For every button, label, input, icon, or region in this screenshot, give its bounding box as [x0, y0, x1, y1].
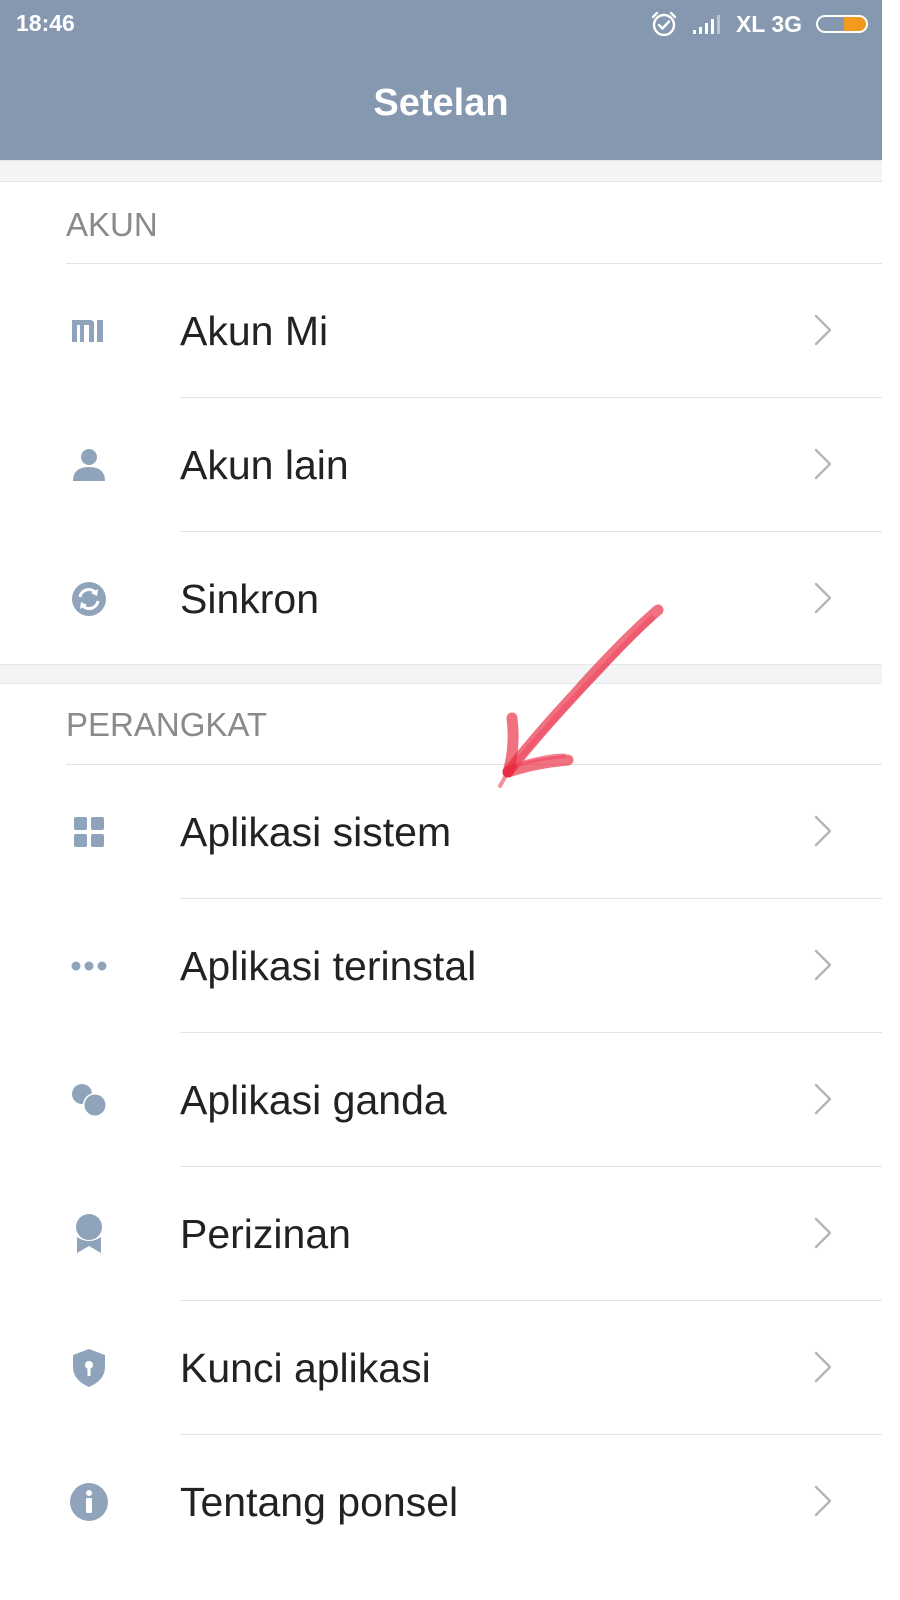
settings-item-perizinan[interactable]: Perizinan [0, 1167, 882, 1301]
status-icons: XL 3G [650, 8, 868, 40]
settings-item-sinkron[interactable]: Sinkron [0, 532, 882, 666]
chevron-right-icon [812, 948, 834, 987]
grid-icon [66, 810, 112, 854]
chevron-right-icon [812, 1082, 834, 1121]
settings-item-tentang-ponsel[interactable]: Tentang ponsel [0, 1435, 882, 1569]
battery-icon [816, 15, 868, 33]
settings-item-label: Sinkron [180, 576, 320, 622]
dual-apps-icon [66, 1078, 112, 1122]
red-arrow-annotation [480, 596, 680, 811]
section-title-perangkat: PERANGKAT [66, 706, 268, 743]
badge-icon [66, 1212, 112, 1256]
mi-logo-icon [66, 309, 112, 353]
header-bar: 18:46 XL 3G Setelan [0, 0, 882, 160]
info-icon [66, 1480, 112, 1524]
chevron-right-icon [812, 814, 834, 853]
settings-item-akun-mi[interactable]: Akun Mi [0, 264, 882, 398]
shield-lock-icon [66, 1346, 112, 1390]
chevron-right-icon [812, 1216, 834, 1255]
chevron-right-icon [812, 313, 834, 352]
settings-item-kunci-aplikasi[interactable]: Kunci aplikasi [0, 1301, 882, 1435]
chevron-right-icon [812, 447, 834, 486]
settings-item-label: Aplikasi ganda [180, 1077, 447, 1123]
settings-item-aplikasi-terinstal[interactable]: Aplikasi terinstal [0, 899, 882, 1033]
page-title: Setelan [373, 82, 509, 124]
battery-level-fill [844, 17, 866, 31]
section-gap [0, 664, 882, 684]
chevron-right-icon [812, 1484, 834, 1523]
settings-item-label: Akun Mi [180, 308, 329, 354]
settings-item-aplikasi-ganda[interactable]: Aplikasi ganda [0, 1033, 882, 1167]
settings-item-akun-lain[interactable]: Akun lain [0, 398, 882, 532]
section-gap [0, 160, 882, 182]
settings-item-label: Perizinan [180, 1211, 351, 1257]
carrier-label: XL 3G [735, 10, 802, 37]
more-dots-icon [66, 944, 112, 988]
section-title-akun: AKUN [66, 206, 158, 243]
settings-item-label: Akun lain [180, 442, 349, 488]
alarm-icon [650, 10, 678, 38]
settings-item-label: Aplikasi sistem [180, 809, 452, 855]
chevron-right-icon [812, 1350, 834, 1389]
chevron-right-icon [812, 581, 834, 620]
signal-icon [692, 13, 722, 35]
sync-icon [66, 577, 112, 621]
settings-item-label: Tentang ponsel [180, 1479, 459, 1525]
settings-item-aplikasi-sistem[interactable]: Aplikasi sistem [0, 765, 882, 899]
status-time: 18:46 [16, 10, 75, 36]
settings-item-label: Kunci aplikasi [180, 1345, 431, 1391]
person-icon [66, 443, 112, 487]
settings-item-label: Aplikasi terinstal [180, 943, 477, 989]
